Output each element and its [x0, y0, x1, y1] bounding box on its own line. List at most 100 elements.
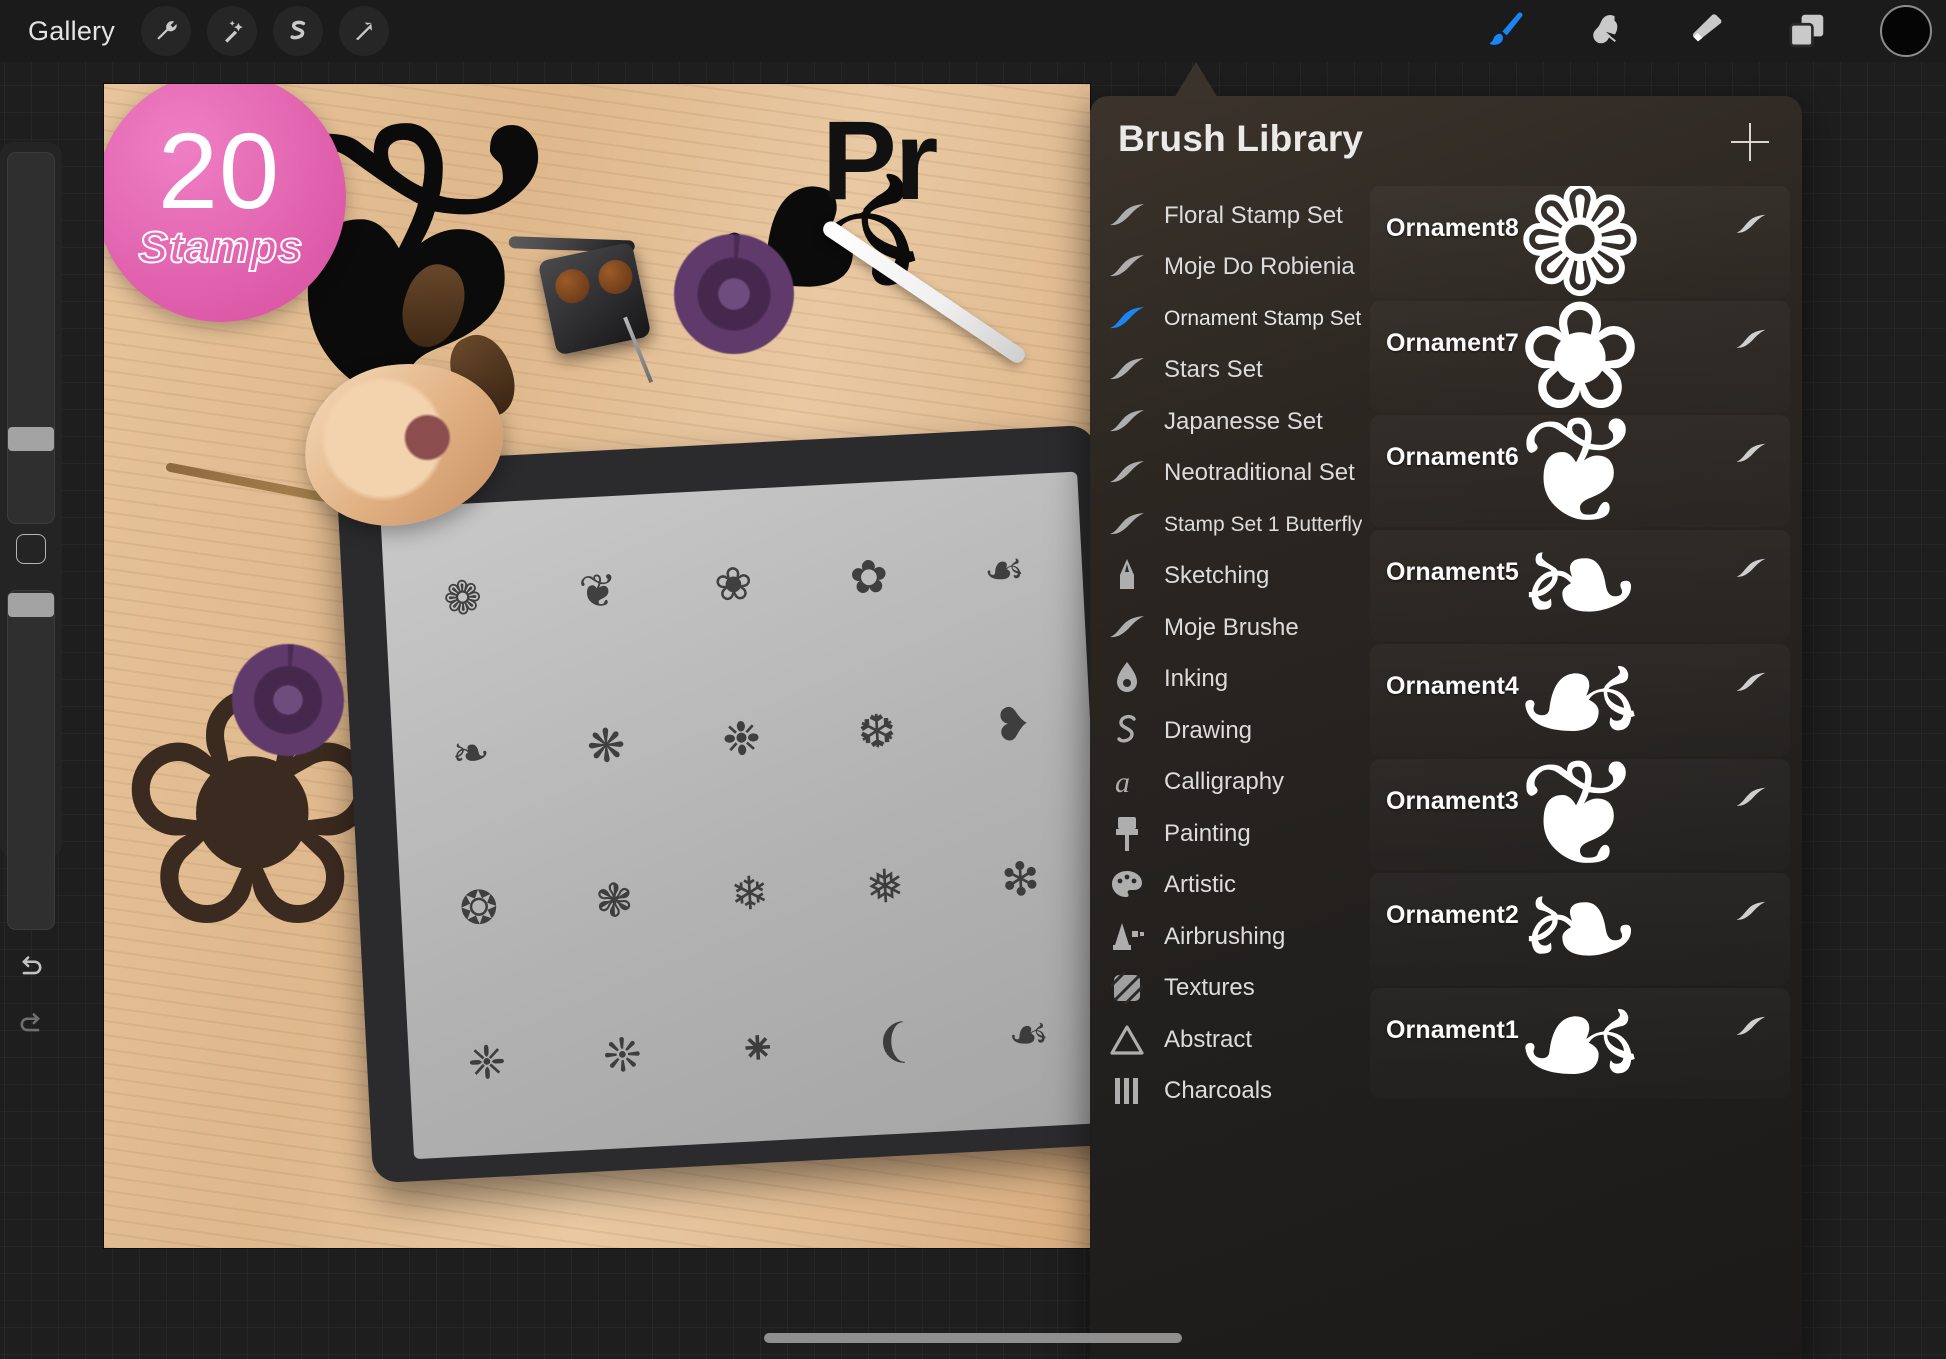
palette-icon [1104, 869, 1150, 901]
brush-set-label: Drawing [1164, 716, 1253, 744]
panel-body: Floral Stamp Set Moje Do Robienia Ornament… [1090, 186, 1802, 1359]
brush-stroke-icon [1104, 407, 1150, 437]
add-brush-button[interactable] [1728, 120, 1772, 164]
brush-set-label: Painting [1164, 819, 1251, 847]
brush-name: Ornament5 [1386, 557, 1519, 586]
brush-stroke-icon [1734, 785, 1768, 816]
hatching-icon [1104, 972, 1150, 1005]
brush-set-textures[interactable]: Textures [1090, 963, 1370, 1015]
squiggle-icon [1104, 713, 1150, 749]
brush-set-label: Japanesse Set [1164, 407, 1323, 435]
brush-set-charcoals[interactable]: Charcoals [1090, 1066, 1370, 1118]
badge-label: Stamps [138, 222, 304, 273]
brush-opacity-slider[interactable] [7, 590, 55, 930]
adjustments-wand-icon[interactable] [206, 6, 257, 56]
brush-row[interactable]: ❦ Ornament3 [1370, 739, 1790, 889]
brush-library-panel: Brush Library Floral Stamp Set Moje Do Ro… [1090, 96, 1802, 1359]
brush-row[interactable]: ❧ Ornament5 [1370, 510, 1790, 660]
brush-set-label: Moje Do Robienia [1164, 253, 1355, 281]
brush-size-thumb[interactable] [8, 427, 54, 451]
nib-icon [1104, 661, 1150, 697]
stamp-thumbnail: ☙ [982, 541, 1027, 597]
brush-stroke-icon [1734, 556, 1768, 587]
panel-header: Brush Library [1090, 96, 1802, 186]
stamp-thumbnail: ❇ [999, 851, 1042, 906]
smudge-icon[interactable] [1580, 6, 1634, 56]
brush-stroke-icon [1734, 899, 1768, 930]
brush-stroke-icon [1104, 304, 1150, 334]
brush-size-slider[interactable] [7, 152, 55, 524]
brush-row[interactable]: ❀ Ornament7 [1370, 281, 1790, 431]
letter-a-icon: a [1104, 764, 1150, 800]
brush-stroke-icon [1104, 613, 1150, 643]
gallery-button[interactable]: Gallery [18, 16, 125, 47]
brush-row[interactable]: ☙ Ornament1 [1370, 968, 1790, 1118]
stamp-thumbnail: ❋ [585, 718, 627, 773]
cornflower [674, 234, 794, 354]
brush-stroke-icon [1104, 510, 1150, 540]
brush-row[interactable]: ❁ Ornament8 [1370, 186, 1790, 317]
brush-name: Ornament2 [1386, 901, 1519, 929]
stamp-preview-grid: ❁ ❦ ❀ ✿ ☙ ❧ ❋ ❉ ❆ ❥ ❂ ❃ ❄ ❅ ❇ ❈ ❊ ⁕ ❨ ☙ [380, 472, 1090, 1160]
stamp-thumbnail: ❆ [856, 703, 898, 758]
brush-row[interactable]: ☙ Ornament4 [1370, 625, 1790, 775]
brush-set-sketching[interactable]: Sketching [1090, 551, 1370, 603]
brush-set-label: Airbrushing [1164, 922, 1286, 950]
toolbar-right-group [1480, 0, 1932, 62]
brush-set-abstract[interactable]: Abstract [1090, 1014, 1370, 1066]
stamp-thumbnail: ❀ [712, 556, 755, 611]
brush-row[interactable]: ❧ Ornament2 [1370, 854, 1790, 1004]
brush-set-moje-do-robienia[interactable]: Moje Do Robienia [1090, 242, 1370, 294]
eraser-icon[interactable] [1680, 6, 1734, 56]
layers-icon[interactable] [1780, 6, 1834, 56]
selection-icon[interactable] [272, 6, 323, 56]
actions-wrench-icon[interactable] [140, 6, 191, 56]
brush-stamp-preview: ☙ [1512, 615, 1648, 784]
brush-set-painting[interactable]: Painting [1090, 808, 1370, 860]
modify-button[interactable] [16, 534, 46, 564]
airbrush-icon [1104, 921, 1150, 953]
canvas-title-text: Pr [822, 98, 938, 223]
brush-set-artistic[interactable]: Artistic [1090, 860, 1370, 912]
brush-name: Ornament8 [1386, 214, 1519, 242]
brush-stroke-icon [1734, 670, 1768, 701]
brush-set-floral-stamp-set[interactable]: Floral Stamp Set [1090, 190, 1370, 242]
brush-name: Ornament3 [1386, 786, 1519, 815]
brush-stamp-preview: ❁ [1517, 186, 1643, 326]
brush-set-label: Moje Brushe [1164, 613, 1299, 641]
procreate-app-window: ❦ ☙ ❀ ❁❦❀✿☙❧❋❉❆❥❂❃❄❅❇❈❊⁕❨☙ Pr 20 Stamps [0, 0, 1946, 1359]
drawing-canvas[interactable]: ❦ ☙ ❀ ❁ ❦ ❀ ✿ ☙ ❧ ❋ ❉ ❆ ❥ ❂ ❃ ❄ ❅ ❇ ❈ ❊ ⁕ ❨ ☙ Pr 20 Stamps [104, 84, 1090, 1248]
stamp-thumbnail: ❧ [450, 725, 492, 780]
brush-set-label: Stamp Set 1 Butterfly [1164, 512, 1363, 536]
brush-set-list[interactable]: Floral Stamp Set Moje Do Robienia Ornament… [1090, 186, 1370, 1359]
brush-stroke-icon [1104, 458, 1150, 488]
stamp-thumbnail: ✿ [848, 549, 890, 604]
toolbar-left-group: Gallery [18, 0, 389, 62]
color-swatch-button[interactable] [1880, 5, 1932, 57]
undo-icon[interactable] [12, 947, 50, 985]
brush-set-stars-set[interactable]: Stars Set [1090, 345, 1370, 397]
paint-brush-icon[interactable] [1480, 6, 1534, 56]
brush-set-calligraphy[interactable]: a Calligraphy [1090, 757, 1370, 809]
brush-set-label: Textures [1164, 974, 1255, 1002]
brush-set-japanesse-set[interactable]: Japanesse Set [1090, 396, 1370, 448]
brush-set-airbrushing[interactable]: Airbrushing [1090, 911, 1370, 963]
brush-name: Ornament1 [1386, 1015, 1519, 1044]
brush-name: Ornament6 [1386, 443, 1519, 471]
redo-icon[interactable] [12, 1004, 50, 1042]
brush-row[interactable]: ❦ Ornament6 [1370, 396, 1790, 546]
stamp-thumbnail: ❅ [864, 858, 906, 913]
brush-stroke-icon [1734, 327, 1768, 358]
brush-stamp-preview: ☙ [1512, 959, 1648, 1128]
brush-set-inking[interactable]: Inking [1090, 654, 1370, 706]
brush-opacity-thumb[interactable] [8, 593, 54, 617]
brush-set-stamp-set-1-butterfly[interactable]: Stamp Set 1 Butterfly [1090, 499, 1370, 551]
brush-stamp-preview: ❧ [1517, 844, 1643, 1013]
transform-arrow-icon[interactable] [338, 6, 389, 56]
brush-set-ornament-stamp-set[interactable]: Ornament Stamp Set [1090, 293, 1370, 345]
brush-set-neotraditional-set[interactable]: Neotraditional Set [1090, 448, 1370, 500]
brush-set-drawing[interactable]: Drawing [1090, 705, 1370, 757]
brush-set-moje-brushe[interactable]: Moje Brushe [1090, 602, 1370, 654]
brush-list[interactable]: ❁ Ornament8 ❀ Ornament7 ❦ Ornament6 ❧ Ornament5… [1370, 186, 1802, 1359]
left-tool-sidebar [0, 142, 62, 1032]
